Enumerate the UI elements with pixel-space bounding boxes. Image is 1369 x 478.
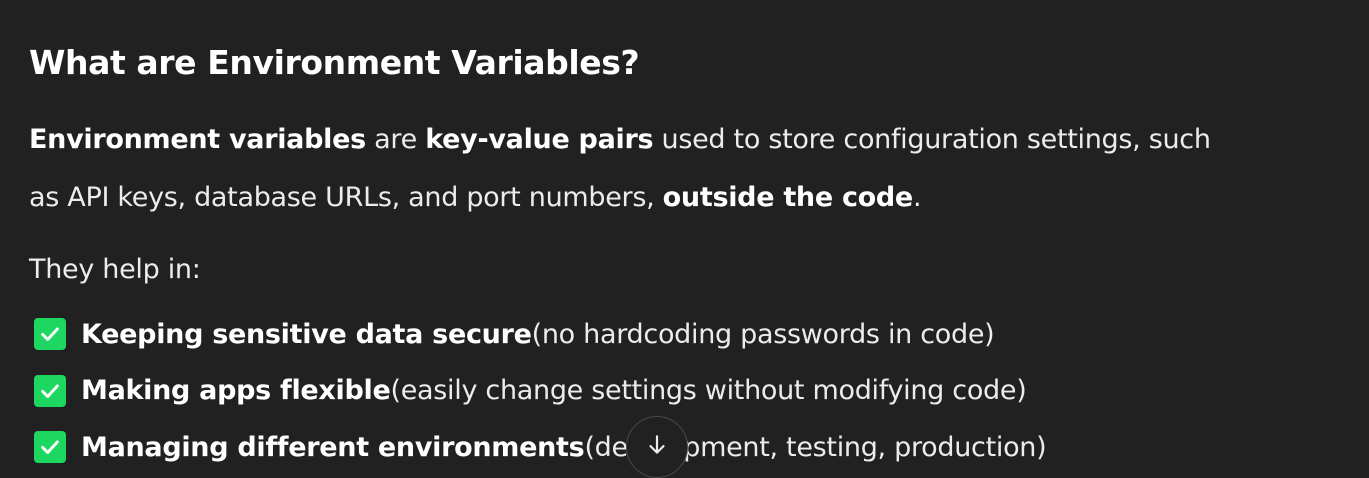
text-span: . <box>912 182 922 213</box>
text-span: are <box>365 124 426 155</box>
list-item: Making apps flexible (easily change sett… <box>34 363 1046 420</box>
text-span: as API keys, database URLs, and port num… <box>29 182 663 213</box>
benefit-title: Managing different environments <box>81 431 585 463</box>
scroll-down-button[interactable] <box>626 416 688 478</box>
list-item: Keeping sensitive data secure (no hardco… <box>34 306 1046 363</box>
bold-emphasis: outside the code <box>662 182 914 213</box>
bold-key-phrase: key-value pairs <box>425 124 654 155</box>
text-span: used to store configuration settings, su… <box>653 124 1211 155</box>
benefit-detail: (no hardcoding passwords in code) <box>531 318 995 350</box>
definition-paragraph: Environment variables are key-value pair… <box>29 111 1279 227</box>
bold-term: Environment variables <box>29 124 366 155</box>
intro-text: They help in: <box>29 254 201 285</box>
benefit-title: Making apps flexible <box>81 375 391 407</box>
check-mark-icon <box>34 318 66 351</box>
benefit-detail: (easily change settings without modifyin… <box>390 375 1027 407</box>
benefits-list: Keeping sensitive data secure (no hardco… <box>34 306 1047 476</box>
section-heading: What are Environment Variables? <box>29 43 640 82</box>
arrow-down-icon <box>644 432 670 462</box>
definition-line-2: as API keys, database URLs, and port num… <box>29 169 1279 227</box>
definition-line-1: Environment variables are key-value pair… <box>29 111 1279 169</box>
list-item: Managing different environments (develop… <box>34 419 1047 476</box>
check-mark-icon <box>34 431 66 464</box>
check-mark-icon <box>34 374 66 407</box>
benefit-title: Keeping sensitive data secure <box>81 318 532 350</box>
